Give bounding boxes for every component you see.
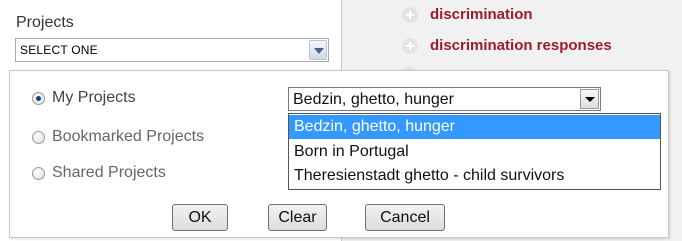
radio-bookmarked-projects[interactable]: Bookmarked Projects (32, 126, 204, 148)
expand-plus-icon[interactable] (402, 38, 418, 54)
project-select-value: Bedzin, ghetto, hunger (293, 91, 455, 108)
projects-label: Projects (16, 14, 74, 31)
tree-item-discrimination-responses[interactable]: discrimination responses (430, 37, 612, 54)
expand-plus-icon[interactable] (402, 7, 418, 23)
chevron-down-icon[interactable] (309, 40, 327, 60)
cancel-button[interactable]: Cancel (365, 204, 445, 231)
radio-shared-projects[interactable]: Shared Projects (32, 162, 166, 184)
dropdown-option[interactable]: Theresienstadt ghetto - child survivors (289, 164, 660, 188)
radio-label: My Projects (52, 89, 136, 106)
screen: discrimination discrimination responses … (0, 0, 682, 241)
dropdown-option[interactable]: Born in Portugal (289, 140, 660, 164)
radio-button-checked[interactable] (32, 91, 45, 105)
tree-item-discrimination[interactable]: discrimination (430, 6, 533, 23)
radio-my-projects[interactable]: My Projects (32, 87, 136, 109)
dropdown-option[interactable]: Bedzin, ghetto, hunger (289, 115, 660, 139)
ok-button[interactable]: OK (172, 204, 228, 231)
projects-select[interactable]: SELECT ONE (15, 38, 329, 62)
radio-label: Shared Projects (52, 164, 166, 181)
radio-button[interactable] (32, 130, 45, 144)
project-dropdown-list: Bedzin, ghetto, hunger Born in Portugal … (288, 113, 661, 190)
radio-button[interactable] (32, 166, 45, 180)
chevron-down-icon[interactable] (580, 89, 599, 109)
project-select[interactable]: Bedzin, ghetto, hunger (288, 87, 601, 111)
clear-button[interactable]: Clear (268, 204, 327, 231)
project-picker-popup: My Projects Bookmarked Projects Shared P… (9, 70, 669, 238)
projects-select-value: SELECT ONE (20, 43, 98, 57)
radio-label: Bookmarked Projects (52, 128, 205, 145)
